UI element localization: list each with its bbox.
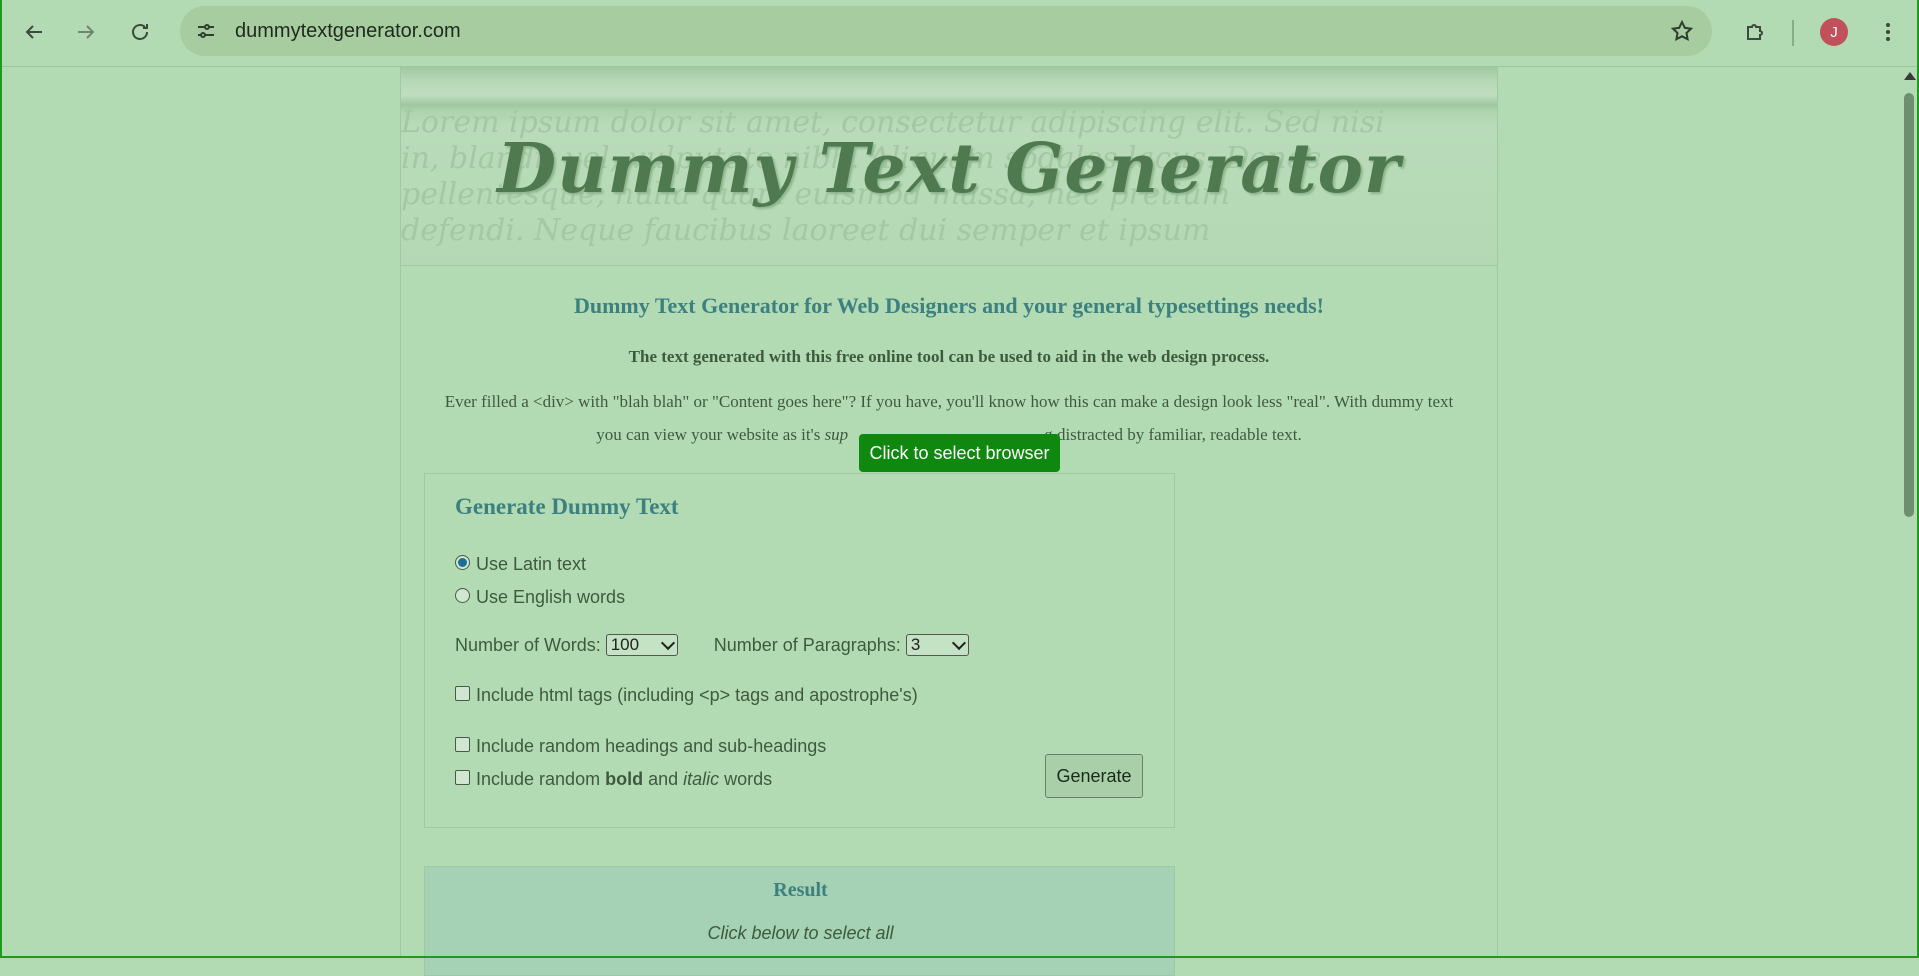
kebab-menu-icon [1886, 23, 1890, 41]
page-scrollbar[interactable] [1900, 67, 1919, 958]
latin-text-option[interactable]: Use Latin text [455, 554, 586, 575]
intro-heading: Dummy Text Generator for Web Designers a… [573, 293, 1324, 318]
chevron-down-icon [951, 635, 966, 651]
browser-toolbar: dummytextgenerator.com J [0, 0, 1919, 67]
tune-icon[interactable] [194, 19, 218, 43]
result-panel: Result Click below to select all [424, 866, 1175, 976]
latin-radio[interactable] [455, 555, 470, 570]
extensions-button[interactable] [1735, 12, 1775, 52]
bold-italic-checkbox[interactable] [455, 770, 470, 785]
scroll-thumb[interactable] [1904, 93, 1914, 517]
select-browser-tooltip[interactable]: Click to select browser [859, 434, 1060, 472]
reload-icon [132, 24, 148, 40]
site-banner: Lorem ipsum dolor sit amet, consectetur … [401, 67, 1497, 266]
site-logo-title: Dummy Text Generator [497, 129, 1401, 209]
english-radio[interactable] [455, 588, 470, 603]
profile-avatar[interactable]: J [1820, 18, 1848, 46]
address-bar[interactable]: dummytextgenerator.com [180, 6, 1712, 56]
bold-italic-option[interactable]: Include random bold and italic words [455, 769, 772, 790]
page-content: Lorem ipsum dolor sit amet, consectetur … [400, 67, 1498, 976]
arrow-right-icon [78, 25, 95, 39]
result-title: Result [773, 879, 828, 901]
arrow-left-icon [25, 25, 42, 39]
headings-option[interactable]: Include random headings and sub-headings [455, 736, 826, 757]
paragraphs-select[interactable]: 3 [905, 634, 969, 656]
back-button[interactable] [14, 12, 54, 52]
intro-subheading: The text generated with this free online… [628, 347, 1270, 366]
chevron-down-icon [660, 635, 675, 651]
result-hint: Click below to select all [707, 923, 894, 943]
puzzle-icon [1747, 24, 1763, 40]
scroll-up-arrow-icon[interactable] [1904, 72, 1916, 80]
browser-menu-button[interactable] [1868, 12, 1908, 52]
reload-button[interactable] [120, 12, 160, 52]
star-icon[interactable] [1670, 19, 1694, 43]
forward-button[interactable] [66, 12, 106, 52]
generator-title: Generate Dummy Text [455, 494, 679, 519]
count-options: Number of Words: 100 Number of Paragraph… [455, 634, 969, 656]
toolbar-divider [1792, 20, 1794, 46]
url-text: dummytextgenerator.com [235, 20, 461, 42]
generator-form: Generate Dummy Text Use Latin text Use E… [424, 473, 1175, 828]
english-words-option[interactable]: Use English words [455, 587, 625, 608]
html-tags-option[interactable]: Include html tags (including <p> tags an… [455, 685, 918, 706]
headings-checkbox[interactable] [455, 737, 470, 752]
generate-button[interactable]: Generate [1045, 754, 1143, 798]
words-select[interactable]: 100 [605, 634, 678, 656]
html-tags-checkbox[interactable] [455, 686, 470, 701]
